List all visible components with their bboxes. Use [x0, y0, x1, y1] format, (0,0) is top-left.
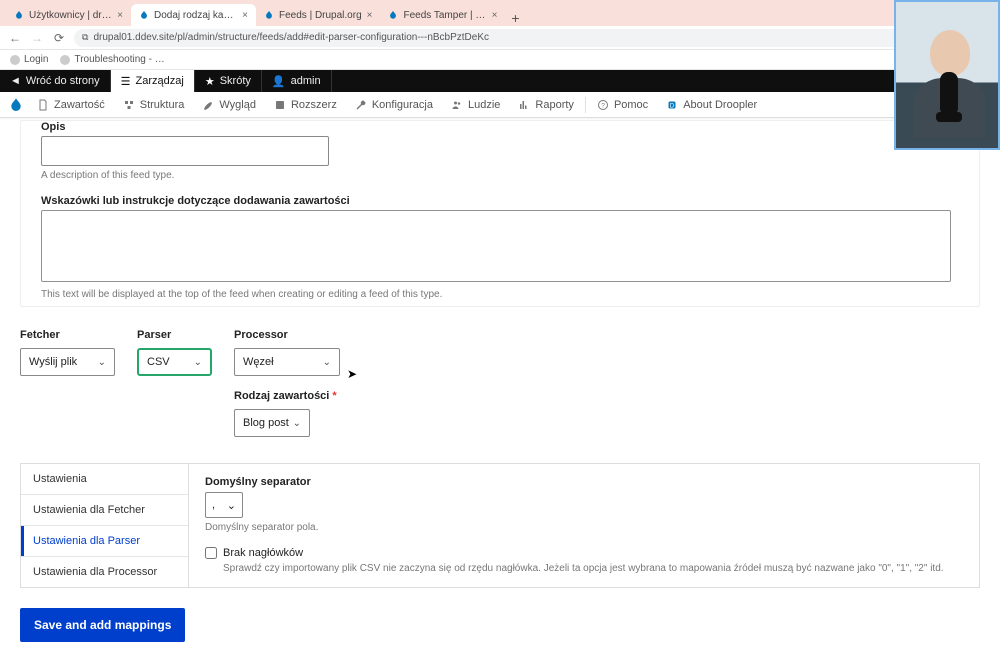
webcam-overlay	[894, 0, 1000, 150]
admin-menu: Zawartość Struktura Wygląd Rozszerz Konf…	[0, 92, 1000, 118]
menu-extend[interactable]: Rozszerz	[265, 92, 346, 117]
site-info-icon[interactable]: ⧉	[82, 32, 88, 43]
separator-select[interactable]: ,⌄	[205, 492, 243, 518]
separator-label: Domyślny separator	[205, 476, 963, 488]
close-icon[interactable]: ×	[242, 10, 248, 21]
tree-icon	[123, 99, 135, 111]
new-tab-button[interactable]: +	[505, 10, 525, 26]
hints-description: This text will be displayed at the top o…	[41, 289, 979, 300]
drupal-favicon-icon	[14, 10, 24, 20]
bookmark-login[interactable]: Login	[10, 54, 48, 65]
browser-address-bar: ← → ⟳ ⧉ drupal01.ddev.site/pl/admin/stru…	[0, 26, 1000, 50]
url-input[interactable]: ⧉ drupal01.ddev.site/pl/admin/structure/…	[74, 29, 992, 47]
bookmark-troubleshooting[interactable]: Troubleshooting - …	[60, 54, 164, 65]
browser-tab[interactable]: Feeds | Drupal.org ×	[256, 4, 380, 26]
manage-button[interactable]: ☰Zarządzaj	[111, 70, 195, 92]
file-icon	[37, 99, 49, 111]
drupal-favicon-icon	[264, 10, 274, 20]
menu-help[interactable]: ?Pomoc	[588, 92, 657, 117]
svg-text:D: D	[670, 103, 675, 109]
wrench-icon	[355, 99, 367, 111]
opis-label: Opis	[41, 121, 979, 133]
drupal-favicon-icon	[139, 10, 149, 20]
page-content: Opis A description of this feed type. Ws…	[0, 118, 1000, 652]
no-headers-description: Sprawdź czy importowany plik CSV nie zac…	[223, 563, 963, 574]
menu-appearance[interactable]: Wygląd	[193, 92, 265, 117]
content-type-label: Rodzaj zawartości *	[234, 390, 340, 402]
bookmarks-bar: Login Troubleshooting - …	[0, 50, 1000, 70]
vtab-parser[interactable]: Ustawienia dla Parser	[21, 526, 188, 557]
vtab-fetcher[interactable]: Ustawienia dla Fetcher	[21, 495, 188, 526]
chevron-down-icon: ⌄	[227, 499, 236, 512]
parser-settings-pane: Domyślny separator ,⌄ Domyślny separator…	[188, 463, 980, 588]
processor-label: Processor	[234, 329, 340, 341]
no-headers-checkbox[interactable]	[205, 547, 217, 559]
back-to-site-button[interactable]: ◄Wróć do strony	[0, 70, 111, 92]
vertical-tabs: Ustawienia Ustawienia dla Fetcher Ustawi…	[20, 463, 980, 588]
chevron-down-icon: ⌄	[323, 357, 331, 368]
hints-label: Wskazówki lub instrukcje dotyczące dodaw…	[41, 195, 979, 207]
chevron-down-icon: ⌄	[194, 357, 202, 368]
opis-description: A description of this feed type.	[41, 170, 979, 181]
help-icon: ?	[597, 99, 609, 111]
svg-text:?: ?	[601, 102, 605, 109]
back-icon[interactable]: ←	[8, 31, 22, 45]
fetcher-select[interactable]: Wyślij plik⌄	[20, 348, 115, 376]
globe-icon	[10, 55, 20, 65]
browser-tabbar: Użytkownicy | droopler × Dodaj rodzaj ka…	[0, 0, 1000, 26]
opis-input[interactable]	[41, 136, 329, 166]
menu-about-droopler[interactable]: DAbout Droopler	[657, 92, 766, 117]
close-icon[interactable]: ×	[367, 10, 373, 21]
parser-select[interactable]: CSV⌄	[137, 348, 212, 376]
close-icon[interactable]: ×	[117, 10, 123, 21]
no-headers-label: Brak nagłówków	[223, 547, 303, 559]
drupal-logo-icon[interactable]	[4, 97, 28, 113]
hints-textarea[interactable]	[41, 210, 951, 282]
processor-select[interactable]: Węzeł⌄	[234, 348, 340, 376]
reload-icon[interactable]: ⟳	[52, 31, 66, 45]
hamburger-icon: ☰	[121, 75, 131, 88]
globe-icon	[60, 55, 70, 65]
menu-content[interactable]: Zawartość	[28, 92, 114, 117]
browser-tab-active[interactable]: Dodaj rodzaj kanału | droopl… ×	[131, 4, 256, 26]
menu-config[interactable]: Konfiguracja	[346, 92, 442, 117]
vtabs-list: Ustawienia Ustawienia dla Fetcher Ustawi…	[20, 463, 188, 588]
forward-icon[interactable]: →	[30, 31, 44, 45]
menu-structure[interactable]: Struktura	[114, 92, 194, 117]
plugin-selects-row: Fetcher Wyślij plik⌄ Parser CSV⌄ Process…	[20, 329, 980, 437]
chart-icon	[518, 99, 530, 111]
drupal-favicon-icon	[388, 10, 398, 20]
people-icon	[451, 99, 463, 111]
arrow-left-icon: ◄	[10, 75, 21, 87]
browser-tab[interactable]: Użytkownicy | droopler ×	[6, 4, 131, 26]
required-star-icon: *	[332, 390, 336, 402]
close-icon[interactable]: ×	[492, 10, 498, 21]
separator-description: Domyślny separator pola.	[205, 522, 963, 533]
save-and-add-mappings-button[interactable]: Save and add mappings	[20, 608, 185, 642]
star-icon: ★	[205, 75, 215, 88]
user-icon: 👤	[272, 75, 286, 88]
chevron-down-icon: ⌄	[98, 357, 106, 368]
parser-label: Parser	[137, 329, 212, 341]
puzzle-icon	[274, 99, 286, 111]
menu-people[interactable]: Ludzie	[442, 92, 509, 117]
admin-toolbar: ◄Wróć do strony ☰Zarządzaj ★Skróty 👤admi…	[0, 70, 1000, 92]
content-type-select[interactable]: Blog post⌄	[234, 409, 310, 437]
menu-reports[interactable]: Raporty	[509, 92, 583, 117]
droopler-icon: D	[666, 99, 678, 111]
brush-icon	[202, 99, 214, 111]
vtab-settings[interactable]: Ustawienia	[21, 464, 188, 495]
vtab-processor[interactable]: Ustawienia dla Processor	[21, 557, 188, 587]
user-menu-button[interactable]: 👤admin	[262, 70, 332, 92]
chevron-down-icon: ⌄	[293, 418, 301, 429]
shortcuts-button[interactable]: ★Skróty	[195, 70, 262, 92]
browser-tab[interactable]: Feeds Tamper | Drupal.org ×	[380, 4, 505, 26]
fetcher-label: Fetcher	[20, 329, 115, 341]
